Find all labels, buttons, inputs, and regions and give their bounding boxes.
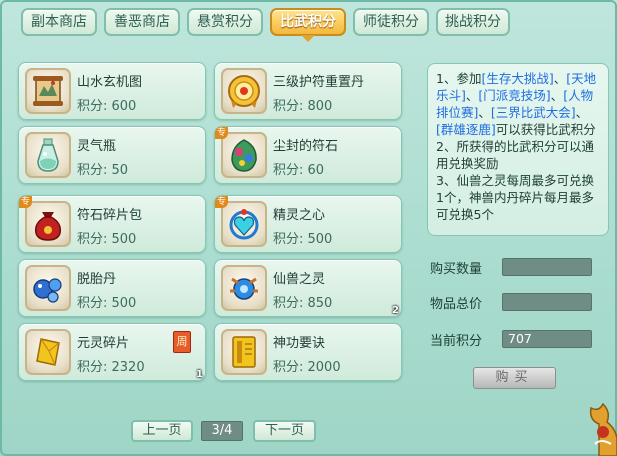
info-link-sect: [门派竞技场]: [478, 88, 551, 103]
info-text: 、: [465, 88, 479, 103]
elf-heart-icon: [221, 201, 267, 247]
shop-item[interactable]: 山水玄机图 积分: 600: [18, 62, 206, 120]
spirit-bottle-icon: [25, 132, 71, 178]
corner-ornament-icon: [589, 402, 617, 456]
tab-mentor-points[interactable]: 师徒积分: [353, 8, 429, 36]
blue-pill-icon: [25, 265, 71, 311]
info-text: 、: [478, 105, 491, 120]
page-indicator: 3/4: [201, 421, 243, 441]
item-name: 符石碎片包: [77, 208, 143, 223]
item-quantity: 1: [196, 369, 203, 380]
shop-item[interactable]: 1 周 元灵碎片 积分: 2320: [18, 323, 206, 381]
item-price: 积分: 850: [273, 296, 333, 311]
tab-dungeon-shop[interactable]: 副本商店: [21, 8, 97, 36]
item-price: 积分: 2320: [77, 360, 145, 375]
info-text: 、: [550, 88, 564, 103]
next-page-button[interactable]: 下一页: [253, 420, 316, 442]
shop-item[interactable]: 专 符石碎片包 积分: 500: [18, 195, 206, 253]
tab-bounty-points[interactable]: 悬赏积分: [187, 8, 263, 36]
shop-item[interactable]: 灵气瓶 积分: 50: [18, 126, 206, 184]
rules-description: 1、参加[生存大挑战]、[天地乐斗]、[门派竞技场]、[人物排位赛]、[三界比武…: [427, 63, 609, 236]
info-text: 2、所获得的比武积分可以通用兑换奖励: [436, 139, 594, 171]
item-name: 脱胎丹: [77, 272, 117, 287]
item-name: 尘封的符石: [273, 139, 339, 154]
runestone-icon: [221, 132, 267, 178]
info-link-heroes: [群雄逐鹿]: [436, 122, 496, 137]
item-price: 积分: 500: [273, 232, 333, 247]
item-name: 灵气瓶: [77, 139, 117, 154]
item-price: 积分: 800: [273, 99, 333, 114]
item-price: 积分: 600: [77, 99, 137, 114]
info-link-survival: [生存大挑战]: [481, 71, 554, 86]
info-text: 3、仙兽之灵每周最多可兑换1个，神兽内丹碎片每月最多可兑换5个: [436, 173, 594, 222]
item-name: 精灵之心: [273, 208, 326, 223]
info-link-tournament: [三界比武大会]: [490, 105, 576, 120]
info-text: 可以获得比武积分: [495, 122, 596, 137]
shop-item[interactable]: 专 精灵之心 积分: 500: [214, 195, 402, 253]
buy-button[interactable]: 购买: [473, 367, 556, 389]
yellow-shard-icon: [25, 329, 71, 375]
info-text: 、: [553, 71, 567, 86]
weekly-limit-tag: 周: [173, 331, 191, 353]
item-quantity: 2: [392, 305, 399, 316]
golden-pill-icon: [221, 68, 267, 114]
current-points-field: 707: [502, 330, 592, 348]
exclusive-badge: 专: [215, 196, 229, 208]
exclusive-badge: 专: [215, 127, 229, 139]
beast-spirit-icon: [221, 265, 267, 311]
item-name: 山水玄机图: [77, 75, 143, 90]
tab-karma-shop[interactable]: 善恶商店: [104, 8, 180, 36]
item-name: 仙兽之灵: [273, 272, 326, 287]
item-price: 积分: 60: [273, 163, 325, 178]
item-price: 积分: 500: [77, 296, 137, 311]
red-pouch-icon: [25, 201, 71, 247]
quantity-label: 购买数量: [430, 262, 483, 277]
shop-item[interactable]: 脱胎丹 积分: 500: [18, 259, 206, 317]
item-name: 三级护符重置丹: [273, 75, 365, 90]
shop-item[interactable]: 2 仙兽之灵 积分: 850: [214, 259, 402, 317]
item-name: 神功要诀: [273, 336, 326, 351]
current-points-label: 当前积分: [430, 334, 483, 349]
info-text: 、: [575, 105, 589, 120]
manual-book-icon: [221, 329, 267, 375]
info-text: 1、参加: [436, 71, 482, 86]
item-name: 元灵碎片: [77, 336, 130, 351]
total-price-field: [502, 293, 592, 311]
item-price: 积分: 2000: [273, 360, 341, 375]
shop-item[interactable]: 专 尘封的符石 积分: 60: [214, 126, 402, 184]
quantity-input[interactable]: [502, 258, 592, 276]
prev-page-button[interactable]: 上一页: [131, 420, 193, 442]
item-price: 积分: 50: [77, 163, 129, 178]
shop-item[interactable]: 三级护符重置丹 积分: 800: [214, 62, 402, 120]
exclusive-badge: 专: [19, 196, 33, 208]
total-price-label: 物品总价: [430, 297, 483, 312]
item-price: 积分: 500: [77, 232, 137, 247]
scroll-map-icon: [25, 68, 71, 114]
tab-arena-points[interactable]: 比武积分: [270, 8, 346, 42]
shop-item[interactable]: 神功要诀 积分: 2000: [214, 323, 402, 381]
tab-challenge-points[interactable]: 挑战积分: [436, 8, 510, 36]
